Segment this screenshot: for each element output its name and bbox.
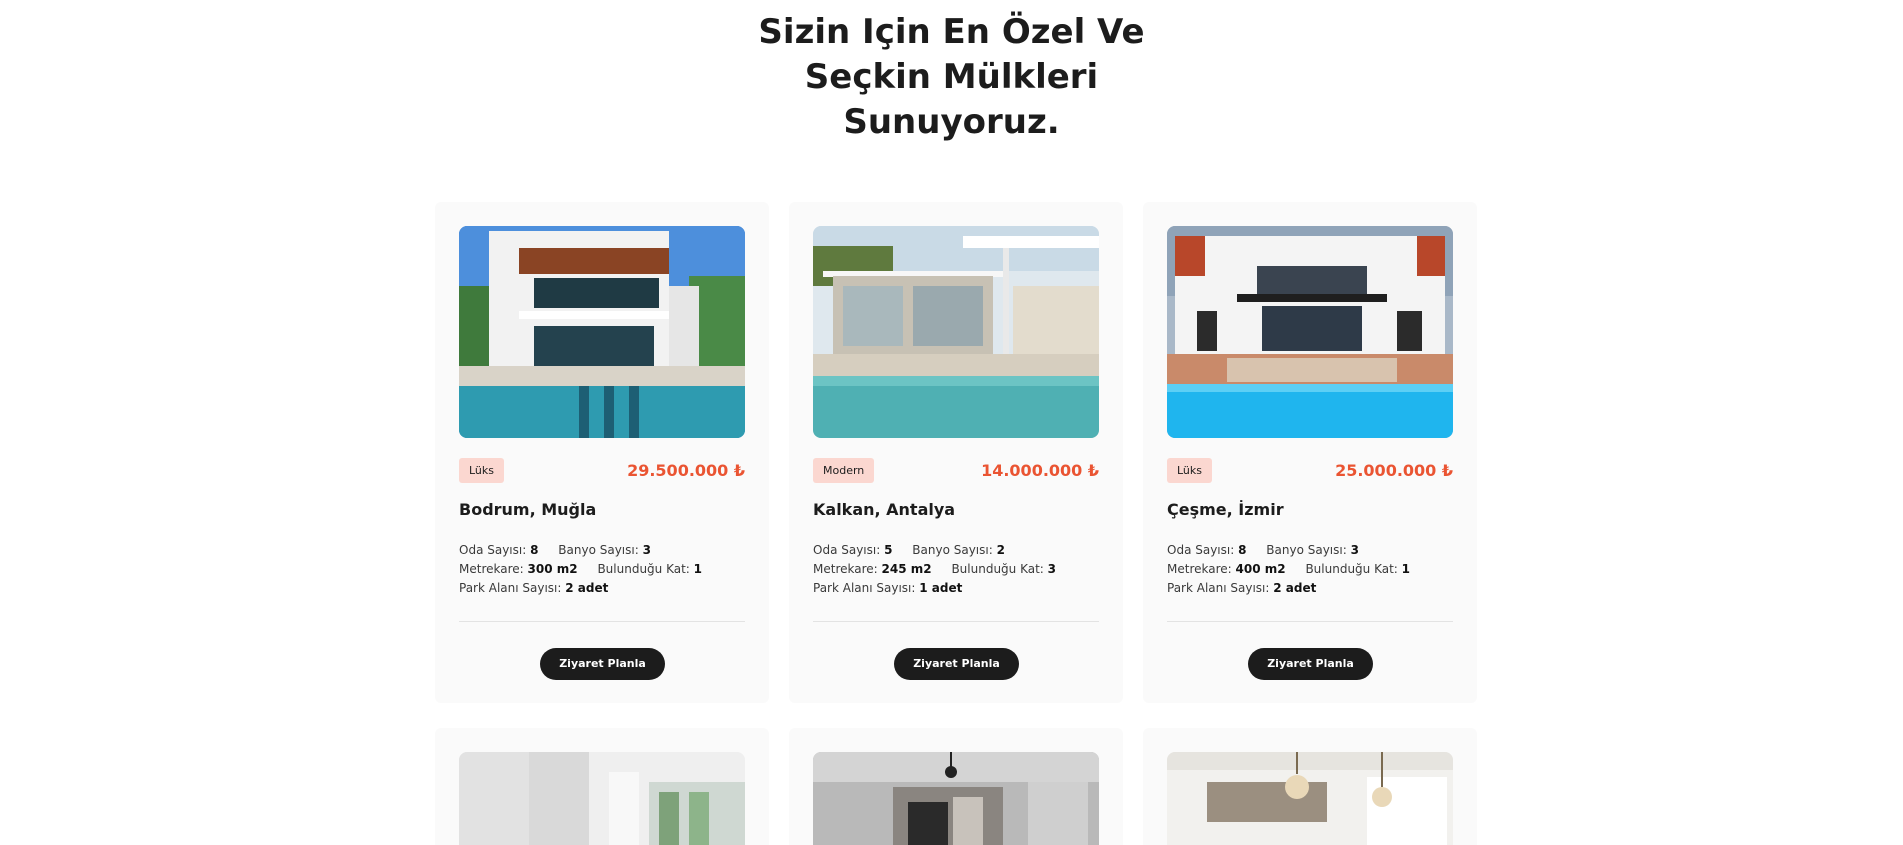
heading-line-2: Seçkin Mülkleri	[804, 57, 1099, 97]
property-photo[interactable]	[813, 226, 1099, 438]
spec-rooms: Oda Sayısı: 5	[813, 541, 892, 560]
spec-area-value: 245 m2	[881, 562, 932, 576]
spec-area: Metrekare: 300 m2	[459, 560, 578, 579]
spec-rooms: Oda Sayısı: 8	[459, 541, 538, 560]
spec-area-value: 300 m2	[527, 562, 578, 576]
spec-rooms-label: Oda Sayısı:	[459, 543, 527, 557]
property-photo[interactable]	[459, 226, 745, 438]
property-card-row2-2[interactable]	[789, 728, 1123, 845]
property-specs: Oda Sayısı: 5 Banyo Sayısı: 2 Metrekare:…	[813, 541, 1103, 598]
category-badge: Modern	[813, 458, 875, 483]
property-photo[interactable]	[459, 752, 745, 845]
heading-line-1: Sizin Için En Özel Ve	[758, 12, 1145, 52]
property-specs: Oda Sayısı: 8 Banyo Sayısı: 3 Metrekare:…	[459, 541, 749, 598]
spec-baths-label: Banyo Sayısı:	[912, 543, 993, 557]
schedule-visit-button[interactable]: Ziyaret Planla	[1248, 648, 1373, 680]
property-photo[interactable]	[1167, 752, 1453, 845]
spec-baths-label: Banyo Sayısı:	[558, 543, 639, 557]
spec-area-label: Metrekare:	[1167, 562, 1232, 576]
spec-floor-label: Bulunduğu Kat:	[597, 562, 690, 576]
property-specs: Oda Sayısı: 8 Banyo Sayısı: 3 Metrekare:…	[1167, 541, 1457, 598]
spec-parking-label: Park Alanı Sayısı:	[813, 581, 916, 595]
spec-floor: Bulunduğu Kat: 1	[597, 560, 702, 579]
living-room-photo	[813, 752, 1099, 845]
spec-area: Metrekare: 400 m2	[1167, 560, 1286, 579]
section-heading: Sizin Için En Özel Ve Seçkin Mülkleri Su…	[0, 10, 1903, 145]
property-card-row2-1[interactable]	[435, 728, 769, 845]
spec-rooms-label: Oda Sayısı:	[1167, 543, 1235, 557]
spec-baths: Banyo Sayısı: 2	[912, 541, 1005, 560]
white-kitchen-photo	[1167, 752, 1453, 845]
spec-parking-label: Park Alanı Sayısı:	[1167, 581, 1270, 595]
spec-parking-value: 2 adet	[565, 581, 609, 595]
spec-rooms-label: Oda Sayısı:	[813, 543, 881, 557]
spec-parking-value: 2 adet	[1273, 581, 1317, 595]
spec-parking-value: 1 adet	[919, 581, 963, 595]
spec-area-label: Metrekare:	[459, 562, 524, 576]
spec-area-label: Metrekare:	[813, 562, 878, 576]
spec-parking-label: Park Alanı Sayısı:	[459, 581, 562, 595]
spec-rooms-value: 5	[884, 543, 893, 557]
property-photo[interactable]	[1167, 226, 1453, 438]
property-card-kalkan[interactable]: Modern 14.000.000 ₺ Kalkan, Antalya Oda …	[789, 202, 1123, 703]
property-card-cesme[interactable]: Lüks 25.000.000 ₺ Çeşme, İzmir Oda Sayıs…	[1143, 202, 1477, 703]
spec-baths-value: 3	[642, 543, 651, 557]
bright-interior-photo	[459, 752, 745, 845]
spec-rooms: Oda Sayısı: 8	[1167, 541, 1246, 560]
location-title: Kalkan, Antalya	[813, 500, 956, 519]
property-photo[interactable]	[813, 752, 1099, 845]
spec-parking: Park Alanı Sayısı: 2 adet	[459, 579, 608, 598]
spec-baths-value: 3	[1350, 543, 1359, 557]
spec-floor-label: Bulunduğu Kat:	[951, 562, 1044, 576]
heading-line-3: Sunuyoruz.	[843, 102, 1060, 142]
spec-area: Metrekare: 245 m2	[813, 560, 932, 579]
spec-floor: Bulunduğu Kat: 3	[951, 560, 1056, 579]
glass-villa-pool-photo	[813, 226, 1099, 438]
spec-baths-value: 2	[996, 543, 1005, 557]
divider	[813, 621, 1099, 622]
spec-floor-label: Bulunduğu Kat:	[1305, 562, 1398, 576]
spec-baths: Banyo Sayısı: 3	[558, 541, 651, 560]
property-card-row2-3[interactable]	[1143, 728, 1477, 845]
price: 29.500.000 ₺	[627, 461, 745, 480]
price: 25.000.000 ₺	[1335, 461, 1453, 480]
spec-rooms-value: 8	[530, 543, 539, 557]
spec-baths: Banyo Sayısı: 3	[1266, 541, 1359, 560]
spec-parking: Park Alanı Sayısı: 2 adet	[1167, 579, 1316, 598]
spec-floor-value: 1	[693, 562, 703, 576]
schedule-visit-button[interactable]: Ziyaret Planla	[894, 648, 1019, 680]
spec-baths-label: Banyo Sayısı:	[1266, 543, 1347, 557]
divider	[1167, 621, 1453, 622]
price: 14.000.000 ₺	[981, 461, 1099, 480]
schedule-visit-button[interactable]: Ziyaret Planla	[540, 648, 665, 680]
location-title: Çeşme, İzmir	[1167, 500, 1284, 519]
divider	[459, 621, 745, 622]
category-badge: Lüks	[459, 458, 505, 483]
property-card-bodrum[interactable]: Lüks 29.500.000 ₺ Bodrum, Muğla Oda Sayı…	[435, 202, 769, 703]
category-badge: Lüks	[1167, 458, 1213, 483]
location-title: Bodrum, Muğla	[459, 500, 597, 519]
spec-floor-value: 1	[1401, 562, 1411, 576]
white-villa-pool-photo	[1167, 226, 1453, 438]
spec-area-value: 400 m2	[1235, 562, 1286, 576]
spec-floor-value: 3	[1047, 562, 1057, 576]
spec-rooms-value: 8	[1238, 543, 1247, 557]
spec-parking: Park Alanı Sayısı: 1 adet	[813, 579, 962, 598]
modern-villa-pool-photo	[459, 226, 745, 438]
spec-floor: Bulunduğu Kat: 1	[1305, 560, 1410, 579]
